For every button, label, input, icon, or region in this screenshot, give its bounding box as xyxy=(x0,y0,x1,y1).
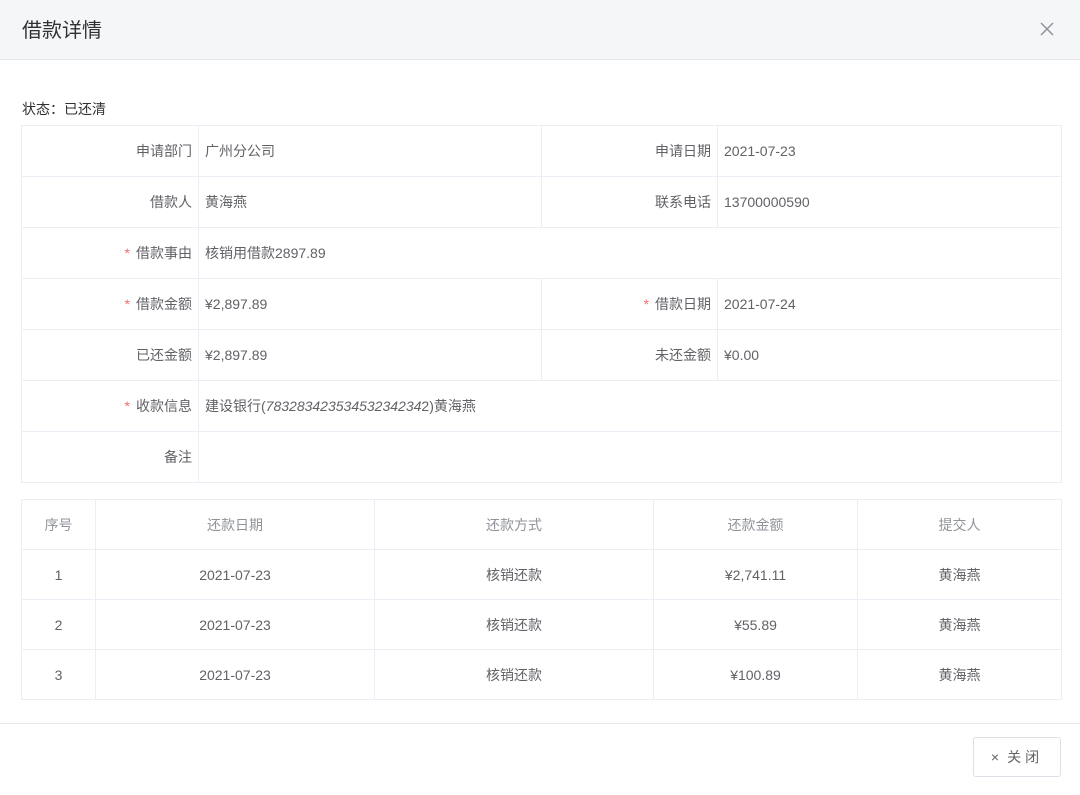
row-amount: ¥55.89 xyxy=(653,599,858,650)
dialog-header: 借款详情 xyxy=(0,0,1080,60)
info-row: 借款人 黄海燕 联系电话 13700000590 xyxy=(21,176,1062,228)
loan-detail-dialog: 借款详情 状态：已还清 申请部门 广州分公司 申请日期 2021-07-23 借… xyxy=(0,0,1080,795)
reason-label-cell: * 借款事由 xyxy=(21,227,199,279)
repaid-value: ¥2,897.89 xyxy=(198,329,542,381)
info-row: 申请部门 广州分公司 申请日期 2021-07-23 xyxy=(21,125,1062,177)
status-text: 状态：已还清 xyxy=(22,101,106,117)
required-mark: * xyxy=(124,245,130,261)
close-icon[interactable] xyxy=(1036,18,1058,40)
row-method: 核销还款 xyxy=(374,649,654,700)
row-submitter: 黄海燕 xyxy=(857,549,1062,600)
dialog-title: 借款详情 xyxy=(22,20,102,42)
table-row: 1 2021-07-23 核销还款 ¥2,741.11 黄海燕 xyxy=(21,549,1062,600)
table-row: 2 2021-07-23 核销还款 ¥55.89 黄海燕 xyxy=(21,599,1062,650)
col-header-index: 序号 xyxy=(21,499,96,550)
row-amount: ¥100.89 xyxy=(653,649,858,700)
borrower-label: 借款人 xyxy=(21,176,199,228)
loan-date-value: 2021-07-24 xyxy=(717,278,1062,330)
receipt-label: 收款信息 xyxy=(136,398,192,414)
close-button[interactable]: × 关闭 xyxy=(973,737,1061,777)
row-date: 2021-07-23 xyxy=(95,649,375,700)
row-submitter: 黄海燕 xyxy=(857,599,1062,650)
amount-label-cell: * 借款金额 xyxy=(21,278,199,330)
reason-label: 借款事由 xyxy=(136,245,192,261)
col-header-date: 还款日期 xyxy=(95,499,375,550)
apply-date-value: 2021-07-23 xyxy=(717,125,1062,177)
required-mark: * xyxy=(643,296,649,312)
phone-label: 联系电话 xyxy=(541,176,718,228)
loan-date-label: 借款日期 xyxy=(655,296,711,312)
info-row: 备注 xyxy=(21,431,1062,483)
loan-date-label-cell: * 借款日期 xyxy=(541,278,718,330)
phone-value: 13700000590 xyxy=(717,176,1062,228)
remark-value xyxy=(198,431,1062,483)
dept-label: 申请部门 xyxy=(21,125,199,177)
row-method: 核销还款 xyxy=(374,549,654,600)
remark-label: 备注 xyxy=(21,431,199,483)
required-mark: * xyxy=(124,296,130,312)
repaid-label: 已还金额 xyxy=(21,329,199,381)
repayment-table: 序号 还款日期 还款方式 还款金额 提交人 1 2021-07-23 核销还款 … xyxy=(21,499,1062,700)
col-header-method: 还款方式 xyxy=(374,499,654,550)
amount-value: ¥2,897.89 xyxy=(198,278,542,330)
row-index: 3 xyxy=(21,649,96,700)
loan-info-table: 申请部门 广州分公司 申请日期 2021-07-23 借款人 黄海燕 联系电话 … xyxy=(21,125,1062,483)
reason-value: 核销用借款2897.89 xyxy=(198,227,1062,279)
unpaid-value: ¥0.00 xyxy=(717,329,1062,381)
info-row: * 借款金额 ¥2,897.89 * 借款日期 2021-07-24 xyxy=(21,278,1062,330)
info-row: * 借款事由 核销用借款2897.89 xyxy=(21,227,1062,279)
unpaid-label: 未还金额 xyxy=(541,329,718,381)
row-method: 核销还款 xyxy=(374,599,654,650)
row-index: 2 xyxy=(21,599,96,650)
dialog-footer: × 关闭 xyxy=(0,723,1080,795)
col-header-submitter: 提交人 xyxy=(857,499,1062,550)
receipt-label-cell: * 收款信息 xyxy=(21,380,199,432)
required-mark: * xyxy=(124,398,130,414)
receipt-rest: 2)黄海燕 xyxy=(421,398,476,414)
borrower-value: 黄海燕 xyxy=(198,176,542,228)
close-button-label: 关闭 xyxy=(1007,749,1044,765)
info-row: 已还金额 ¥2,897.89 未还金额 ¥0.00 xyxy=(21,329,1062,381)
table-row: 3 2021-07-23 核销还款 ¥100.89 黄海燕 xyxy=(21,649,1062,700)
receipt-bank: 建设银行( xyxy=(205,398,266,414)
close-button-icon: × xyxy=(990,749,1000,765)
dept-value: 广州分公司 xyxy=(198,125,542,177)
row-date: 2021-07-23 xyxy=(95,549,375,600)
row-date: 2021-07-23 xyxy=(95,599,375,650)
apply-date-label: 申请日期 xyxy=(541,125,718,177)
amount-label: 借款金额 xyxy=(136,296,192,312)
col-header-amount: 还款金额 xyxy=(653,499,858,550)
row-amount: ¥2,741.11 xyxy=(653,549,858,600)
row-submitter: 黄海燕 xyxy=(857,649,1062,700)
receipt-value: 建设银行(783283423534532342342)黄海燕 xyxy=(198,380,1062,432)
table-header-row: 序号 还款日期 还款方式 还款金额 提交人 xyxy=(21,499,1062,550)
info-row: * 收款信息 建设银行(783283423534532342342)黄海燕 xyxy=(21,380,1062,432)
receipt-account: 78328342353453234234 xyxy=(265,398,422,414)
row-index: 1 xyxy=(21,549,96,600)
